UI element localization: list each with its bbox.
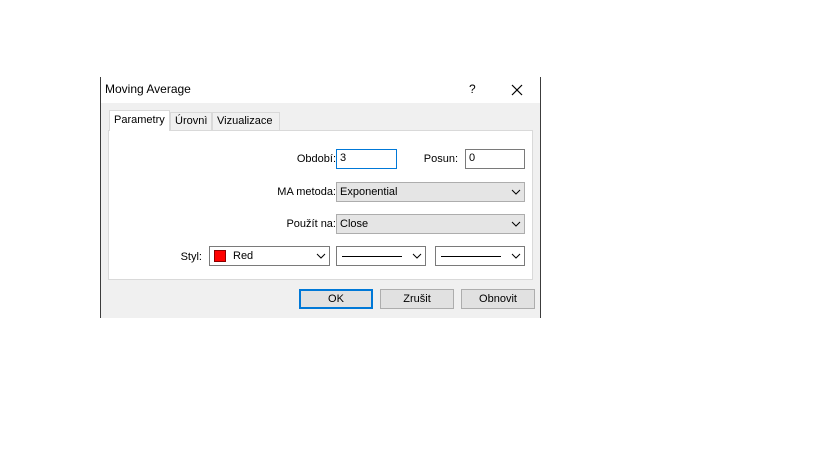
- line-width-select[interactable]: [435, 246, 525, 266]
- tab-parametry[interactable]: Parametry: [109, 110, 170, 131]
- chevron-down-icon: [316, 253, 326, 259]
- tab-vizualizace[interactable]: Vizualizace: [212, 112, 280, 130]
- apply-to-value: Close: [340, 218, 369, 230]
- chevron-down-icon: [511, 221, 521, 227]
- ok-button[interactable]: OK: [299, 289, 373, 309]
- ma-method-select[interactable]: Exponential: [336, 182, 525, 202]
- period-input[interactable]: 3: [336, 149, 397, 169]
- reset-button[interactable]: Obnovit: [461, 289, 535, 309]
- shift-input[interactable]: 0: [465, 149, 525, 169]
- cancel-button[interactable]: Zrušit: [380, 289, 454, 309]
- title-bar[interactable]: Moving Average ?: [101, 77, 540, 103]
- line-width-sample: [441, 256, 501, 257]
- tab-urovni[interactable]: Úrovnì: [170, 112, 212, 130]
- apply-to-select[interactable]: Close: [336, 214, 525, 234]
- color-select[interactable]: Red: [209, 246, 330, 266]
- window-title: Moving Average: [105, 82, 191, 96]
- color-swatch: [214, 250, 226, 262]
- help-button[interactable]: ?: [469, 82, 476, 96]
- style-label: Styl:: [180, 251, 202, 263]
- shift-label: Posun:: [423, 153, 458, 165]
- parameters-panel: Období: 3 Posun: 0 MA metoda: Exponentia…: [108, 130, 533, 280]
- chevron-down-icon: [412, 253, 422, 259]
- apply-to-label: Použít na:: [286, 218, 336, 230]
- line-style-sample: [342, 256, 402, 257]
- line-style-select[interactable]: [336, 246, 426, 266]
- period-label: Období:: [296, 153, 336, 165]
- chevron-down-icon: [511, 253, 521, 259]
- close-button[interactable]: [506, 79, 528, 101]
- close-icon: [511, 84, 523, 96]
- chevron-down-icon: [511, 189, 521, 195]
- moving-average-dialog: Moving Average ? Parametry Úrovnì Vizual…: [100, 77, 541, 318]
- ma-method-value: Exponential: [340, 186, 398, 198]
- color-value: Red: [233, 250, 254, 262]
- ma-method-label: MA metoda:: [277, 186, 336, 198]
